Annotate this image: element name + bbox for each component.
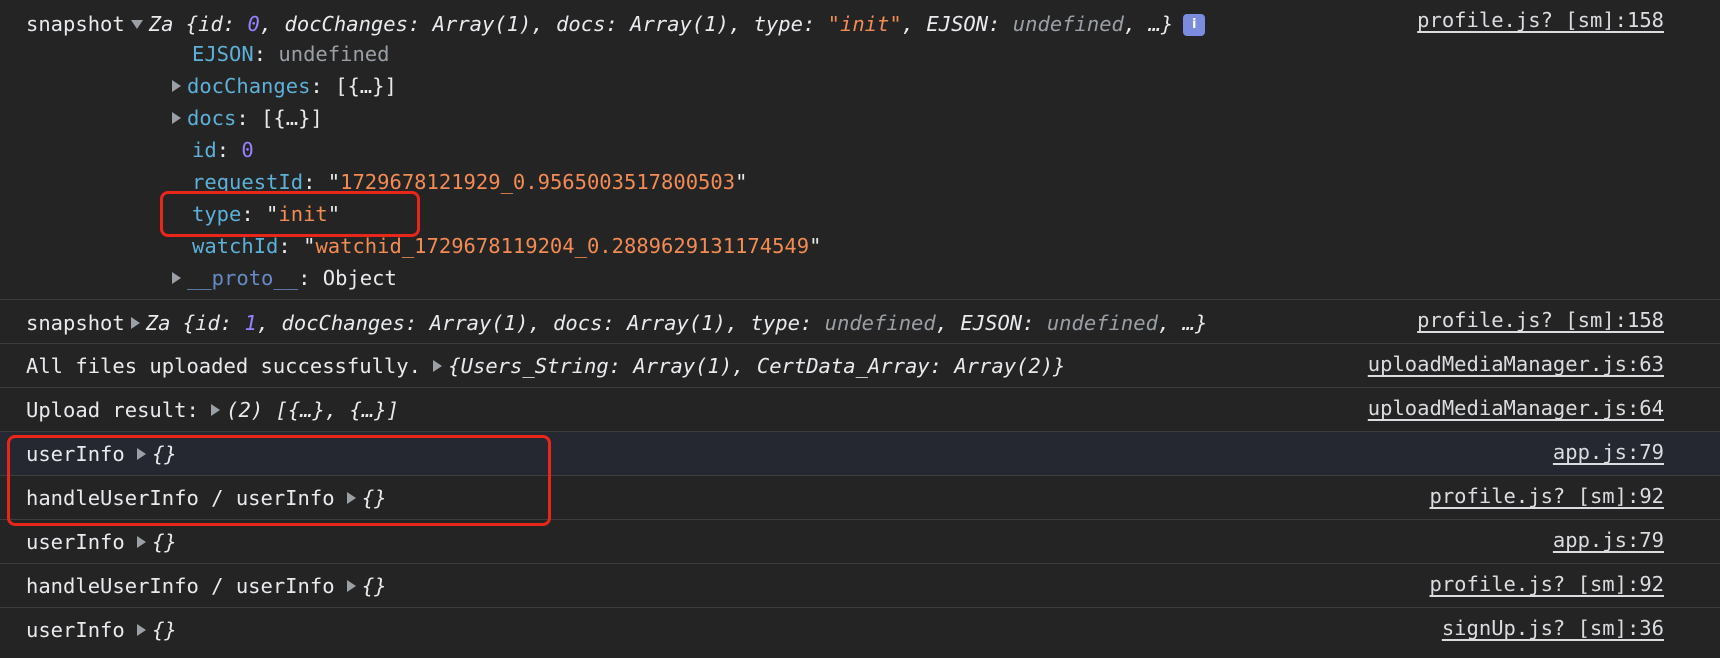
log-message[interactable]: snapshot Za {id: 1, docChanges: Array(1),… [26, 307, 1207, 339]
prop-watchid: watchId: "watchid_1729678119204_0.288962… [192, 234, 822, 258]
object-summary[interactable]: (2) [{…}, {…}] [226, 398, 399, 422]
log-label: snapshot [26, 12, 125, 36]
log-label: snapshot [26, 311, 125, 335]
object-summary[interactable]: {Users_String: Array(1), CertData_Array:… [448, 354, 1065, 378]
log-message[interactable]: snapshot Za {id: 0, docChanges: Array(1),… [26, 8, 1206, 40]
expand-triangle-icon[interactable] [137, 624, 147, 636]
console-entry: userInfo {} app.js:79 [0, 520, 1720, 564]
log-message[interactable]: userInfo {} [26, 438, 177, 470]
log-label: userInfo [26, 530, 125, 554]
log-message[interactable]: Upload result: (2) [{…}, {…}] [26, 394, 399, 426]
expand-triangle-icon[interactable] [211, 404, 221, 416]
console-entry: userInfo {} signUp.js? [sm]:36 [0, 608, 1720, 658]
console-entry: handleUserInfo / userInfo {} profile.js?… [0, 564, 1720, 608]
log-message[interactable]: All files uploaded successfully. {Users_… [26, 350, 1065, 382]
info-icon[interactable]: i [1183, 14, 1206, 36]
log-message[interactable]: userInfo {} [26, 614, 177, 646]
expand-triangle-icon[interactable] [346, 492, 356, 504]
log-message[interactable]: handleUserInfo / userInfo {} [26, 482, 387, 514]
prop-id: id: 0 [192, 138, 254, 162]
source-link[interactable]: uploadMediaManager.js:63 [1368, 348, 1664, 380]
object-summary[interactable]: {} [362, 486, 387, 510]
expand-triangle-icon[interactable] [130, 317, 140, 329]
source-link[interactable]: profile.js? [sm]:158 [1417, 4, 1664, 36]
source-link[interactable]: profile.js? [sm]:92 [1430, 480, 1665, 512]
log-label: handleUserInfo / userInfo [26, 486, 335, 510]
object-summary[interactable]: Za {id: 1, docChanges: Array(1), docs: A… [146, 311, 1208, 335]
prop-ejson: EJSON: undefined [192, 42, 390, 66]
source-link[interactable]: signUp.js? [sm]:36 [1442, 612, 1664, 644]
collapse-triangle-icon[interactable] [130, 19, 143, 29]
log-label: userInfo [26, 442, 125, 466]
expand-triangle-icon[interactable] [137, 536, 147, 548]
source-link[interactable]: uploadMediaManager.js:64 [1368, 392, 1664, 424]
prop-docs[interactable]: docs: [{…}] [172, 102, 323, 134]
expand-triangle-icon[interactable] [172, 272, 181, 284]
prop-proto[interactable]: __proto__: Object [172, 262, 397, 294]
source-link[interactable]: profile.js? [sm]:158 [1417, 304, 1664, 336]
object-summary[interactable]: {} [152, 442, 177, 466]
prop-type: type: "init" [192, 202, 341, 226]
log-label: userInfo [26, 618, 125, 642]
log-label: Upload result: [26, 398, 199, 422]
console-entry-expanded: snapshot Za {id: 0, docChanges: Array(1),… [0, 0, 1720, 300]
expand-triangle-icon[interactable] [172, 112, 181, 124]
expand-triangle-icon[interactable] [172, 80, 181, 92]
prop-docchanges[interactable]: docChanges: [{…}] [172, 70, 397, 102]
log-label: handleUserInfo / userInfo [26, 574, 335, 598]
source-link[interactable]: app.js:79 [1553, 524, 1664, 556]
prop-requestid: requestId: "1729678121929_0.956500351780… [192, 170, 748, 194]
console-entry: userInfo {} app.js:79 [0, 432, 1720, 476]
devtools-console: snapshot Za {id: 0, docChanges: Array(1),… [0, 0, 1720, 658]
source-link[interactable]: profile.js? [sm]:92 [1430, 568, 1665, 600]
log-message[interactable]: handleUserInfo / userInfo {} [26, 570, 387, 602]
console-entry: handleUserInfo / userInfo {} profile.js?… [0, 476, 1720, 520]
object-summary[interactable]: {} [362, 574, 387, 598]
object-summary[interactable]: Za {id: 0, docChanges: Array(1), docs: A… [149, 12, 1174, 36]
source-link[interactable]: app.js:79 [1553, 436, 1664, 468]
log-message[interactable]: userInfo {} [26, 526, 177, 558]
expand-triangle-icon[interactable] [137, 448, 147, 460]
console-entry: Upload result: (2) [{…}, {…}] uploadMedi… [0, 388, 1720, 432]
object-summary[interactable]: {} [152, 530, 177, 554]
console-entry: All files uploaded successfully. {Users_… [0, 344, 1720, 388]
log-label: All files uploaded successfully. [26, 354, 421, 378]
console-entry: snapshot Za {id: 1, docChanges: Array(1),… [0, 300, 1720, 344]
expand-triangle-icon[interactable] [346, 580, 356, 592]
object-summary[interactable]: {} [152, 618, 177, 642]
expand-triangle-icon[interactable] [433, 360, 443, 372]
